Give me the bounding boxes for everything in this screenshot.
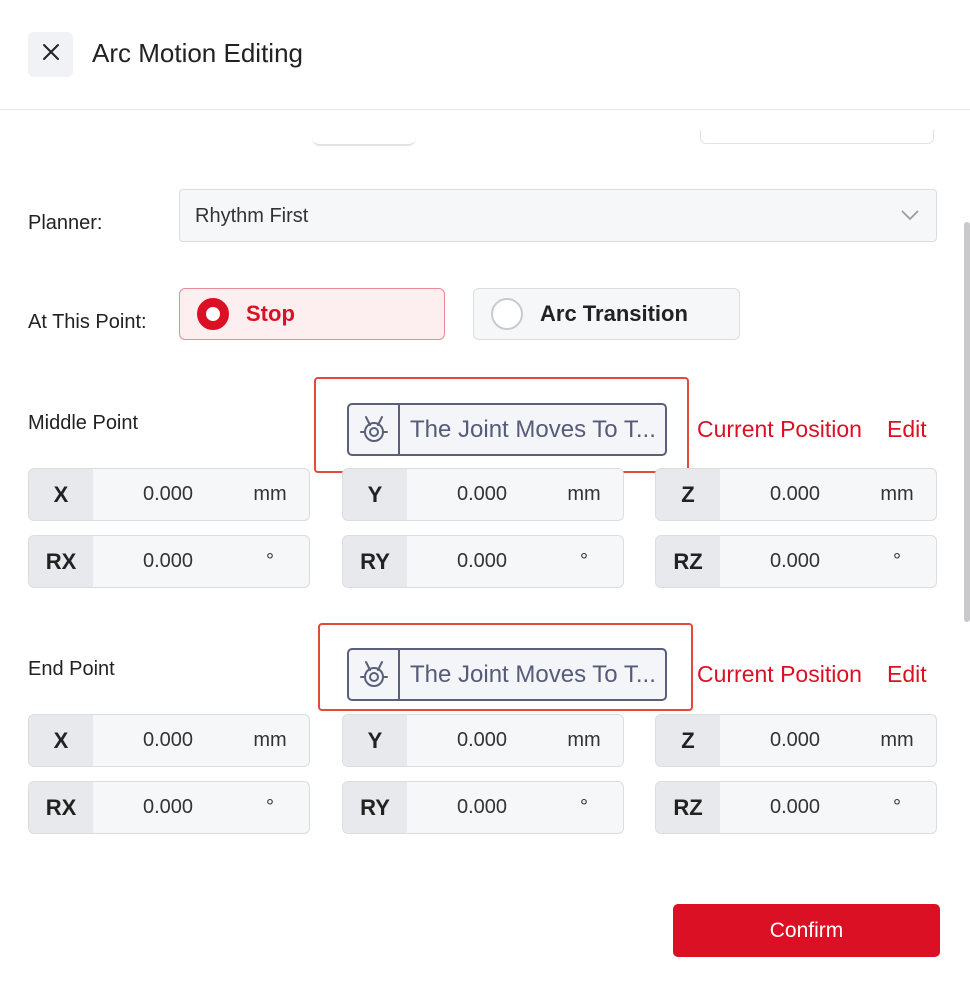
end-point-current-position-link[interactable]: Current Position [697, 661, 862, 688]
field-tag: RZ [656, 536, 720, 587]
close-button[interactable] [28, 32, 73, 77]
field-unit: ° [266, 796, 274, 818]
end-point-label: End Point [28, 658, 115, 680]
middle-x-field: X mm [28, 468, 310, 521]
field-unit: mm [253, 729, 287, 751]
end-z-field: Z mm [655, 714, 937, 767]
end-x-field: X mm [28, 714, 310, 767]
field-unit: mm [567, 729, 601, 751]
end-point-joint-move-button[interactable]: The Joint Moves To T... [347, 648, 667, 701]
field-unit: ° [580, 796, 588, 818]
end-ry-field: RY ° [342, 781, 624, 834]
dialog-title: Arc Motion Editing [92, 38, 303, 68]
end-x-input[interactable] [93, 715, 243, 766]
planner-label: Planner: [28, 212, 103, 234]
chevron-down-icon [900, 208, 920, 227]
middle-rz-input[interactable] [720, 536, 870, 587]
middle-rx-field: RX ° [28, 535, 310, 588]
field-tag: Z [656, 715, 720, 766]
middle-ry-field: RY ° [342, 535, 624, 588]
field-unit: ° [893, 796, 901, 818]
radio-checked-icon [197, 298, 229, 330]
end-y-input[interactable] [407, 715, 557, 766]
middle-z-input[interactable] [720, 469, 870, 520]
field-tag: Y [343, 469, 407, 520]
field-unit: mm [880, 483, 914, 505]
radio-unchecked-icon [491, 298, 523, 330]
middle-point-edit-link[interactable]: Edit [887, 416, 927, 443]
field-tag: RX [29, 782, 93, 833]
field-tag: Z [656, 469, 720, 520]
radio-stop-label: Stop [246, 301, 295, 326]
field-tag: RY [343, 782, 407, 833]
middle-z-field: Z mm [655, 468, 937, 521]
robot-joint-icon [349, 650, 400, 699]
middle-ry-input[interactable] [407, 536, 557, 587]
middle-point-joint-move-button[interactable]: The Joint Moves To T... [347, 403, 667, 456]
field-tag: RX [29, 536, 93, 587]
end-rx-field: RX ° [28, 781, 310, 834]
radio-stop[interactable]: Stop [179, 288, 445, 340]
field-tag: Y [343, 715, 407, 766]
end-ry-input[interactable] [407, 782, 557, 833]
scrollbar[interactable] [964, 222, 970, 622]
robot-joint-icon [349, 405, 400, 454]
radio-arc-transition[interactable]: Arc Transition [473, 288, 740, 340]
field-unit: mm [567, 483, 601, 505]
end-rz-field: RZ ° [655, 781, 937, 834]
close-icon [42, 43, 60, 66]
planner-select[interactable]: Rhythm First [179, 189, 937, 242]
middle-rz-field: RZ ° [655, 535, 937, 588]
middle-x-input[interactable] [93, 469, 243, 520]
field-unit: ° [580, 550, 588, 572]
end-point-edit-link[interactable]: Edit [887, 661, 927, 688]
field-tag: X [29, 715, 93, 766]
middle-point-label: Middle Point [28, 412, 139, 434]
planner-selected-value: Rhythm First [195, 205, 309, 227]
dialog-header: Arc Motion Editing [0, 0, 970, 110]
end-rx-input[interactable] [93, 782, 243, 833]
middle-y-field: Y mm [342, 468, 624, 521]
middle-rx-input[interactable] [93, 536, 243, 587]
end-z-input[interactable] [720, 715, 870, 766]
end-point-joint-move-label: The Joint Moves To T... [410, 660, 656, 688]
confirm-button[interactable]: Confirm [673, 904, 940, 957]
end-rz-input[interactable] [720, 782, 870, 833]
scrolled-off-field [700, 130, 934, 144]
field-unit: mm [880, 729, 914, 751]
middle-point-joint-move-label: The Joint Moves To T... [410, 415, 656, 443]
middle-point-current-position-link[interactable]: Current Position [697, 416, 862, 443]
scrolled-off-element [312, 138, 416, 146]
field-tag: X [29, 469, 93, 520]
at-this-point-label: At This Point: [28, 311, 147, 333]
radio-arc-transition-label: Arc Transition [540, 301, 688, 326]
middle-y-input[interactable] [407, 469, 557, 520]
field-unit: ° [893, 550, 901, 572]
field-unit: mm [253, 483, 287, 505]
field-tag: RZ [656, 782, 720, 833]
field-tag: RY [343, 536, 407, 587]
end-y-field: Y mm [342, 714, 624, 767]
field-unit: ° [266, 550, 274, 572]
